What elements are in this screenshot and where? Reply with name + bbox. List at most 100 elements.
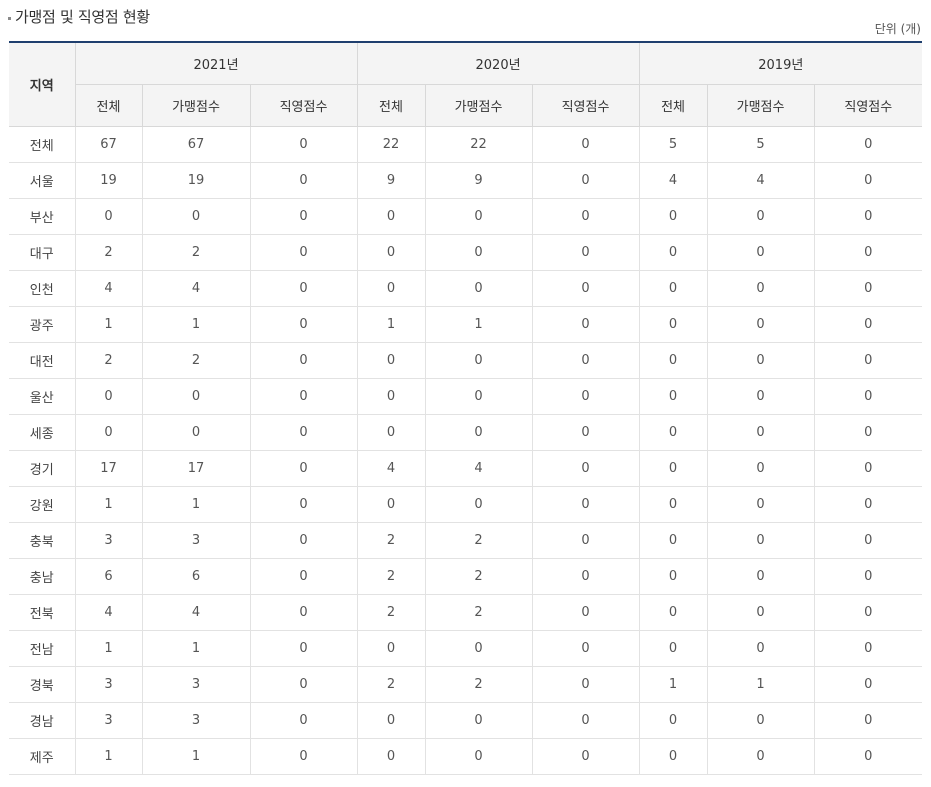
value-cell: 0 — [813, 486, 923, 523]
value-cell: 0 — [531, 378, 640, 415]
value-cell: 2 — [356, 666, 426, 703]
subcol-total: 전체 — [638, 84, 708, 127]
value-cell: 0 — [638, 450, 708, 487]
value-cell: 0 — [638, 522, 708, 559]
value-cell: 22 — [356, 126, 426, 163]
value-cell: 0 — [249, 234, 358, 271]
value-cell: 0 — [249, 306, 358, 343]
value-cell: 1 — [424, 306, 533, 343]
value-cell: 0 — [356, 234, 426, 271]
table-row: 세종 0 0 0 0 0 0 0 0 0 — [9, 414, 923, 451]
table-row: 전북 4 4 0 2 2 0 0 0 0 — [9, 594, 923, 631]
value-cell: 0 — [813, 738, 923, 775]
region-header: 지역 — [9, 41, 75, 127]
value-cell: 0 — [141, 414, 250, 451]
value-cell: 0 — [813, 594, 923, 631]
region-cell: 전북 — [9, 594, 75, 631]
subcol-direct: 직영점수 — [813, 84, 923, 127]
value-cell: 0 — [706, 234, 815, 271]
value-cell: 0 — [531, 486, 640, 523]
value-cell: 0 — [356, 342, 426, 379]
value-cell: 4 — [74, 270, 142, 307]
value-cell: 1 — [356, 306, 426, 343]
value-cell: 19 — [141, 162, 250, 199]
value-cell: 2 — [424, 666, 533, 703]
value-cell: 0 — [74, 378, 142, 415]
value-cell: 0 — [424, 486, 533, 523]
value-cell: 0 — [706, 306, 815, 343]
value-cell: 2 — [141, 234, 250, 271]
bullet-icon — [8, 16, 11, 20]
value-cell: 0 — [249, 558, 358, 595]
value-cell: 0 — [813, 342, 923, 379]
value-cell: 1 — [141, 486, 250, 523]
value-cell: 0 — [638, 342, 708, 379]
value-cell: 0 — [531, 306, 640, 343]
value-cell: 1 — [74, 738, 142, 775]
value-cell: 17 — [74, 450, 142, 487]
value-cell: 67 — [74, 126, 142, 163]
section-title: 가맹점 및 직영점 현황 — [8, 6, 150, 27]
value-cell: 4 — [356, 450, 426, 487]
table-row: 전남 1 1 0 0 0 0 0 0 0 — [9, 630, 923, 667]
value-cell: 0 — [531, 198, 640, 235]
table-row: 강원 1 1 0 0 0 0 0 0 0 — [9, 486, 923, 523]
value-cell: 2 — [74, 342, 142, 379]
value-cell: 0 — [813, 558, 923, 595]
region-cell: 부산 — [9, 198, 75, 235]
value-cell: 0 — [531, 450, 640, 487]
value-cell: 0 — [813, 270, 923, 307]
value-cell: 0 — [249, 702, 358, 739]
value-cell: 5 — [638, 126, 708, 163]
value-cell: 0 — [638, 378, 708, 415]
region-cell: 경기 — [9, 450, 75, 487]
value-cell: 2 — [424, 522, 533, 559]
table-row: 경기 17 17 0 4 4 0 0 0 0 — [9, 450, 923, 487]
value-cell: 0 — [813, 378, 923, 415]
value-cell: 22 — [424, 126, 533, 163]
value-cell: 0 — [813, 198, 923, 235]
value-cell: 0 — [356, 486, 426, 523]
value-cell: 4 — [706, 162, 815, 199]
value-cell: 0 — [249, 522, 358, 559]
value-cell: 0 — [706, 702, 815, 739]
value-cell: 0 — [706, 738, 815, 775]
value-cell: 0 — [706, 486, 815, 523]
value-cell: 0 — [531, 126, 640, 163]
value-cell: 6 — [74, 558, 142, 595]
table-row: 울산 0 0 0 0 0 0 0 0 0 — [9, 378, 923, 415]
value-cell: 0 — [356, 198, 426, 235]
value-cell: 0 — [531, 414, 640, 451]
region-cell: 경남 — [9, 702, 75, 739]
value-cell: 3 — [141, 666, 250, 703]
subcol-franchise: 가맹점수 — [141, 84, 250, 127]
value-cell: 0 — [638, 738, 708, 775]
table-row: 대전 2 2 0 0 0 0 0 0 0 — [9, 342, 923, 379]
value-cell: 2 — [74, 234, 142, 271]
value-cell: 3 — [141, 702, 250, 739]
value-cell: 0 — [424, 270, 533, 307]
region-cell: 전남 — [9, 630, 75, 667]
value-cell: 0 — [424, 738, 533, 775]
value-cell: 4 — [638, 162, 708, 199]
value-cell: 0 — [531, 522, 640, 559]
region-cell: 서울 — [9, 162, 75, 199]
region-cell: 전체 — [9, 126, 75, 163]
subcol-direct: 직영점수 — [249, 84, 358, 127]
value-cell: 0 — [424, 234, 533, 271]
value-cell: 0 — [813, 306, 923, 343]
value-cell: 0 — [638, 486, 708, 523]
value-cell: 0 — [249, 162, 358, 199]
value-cell: 0 — [638, 198, 708, 235]
table-row: 경남 3 3 0 0 0 0 0 0 0 — [9, 702, 923, 739]
value-cell: 0 — [706, 270, 815, 307]
table-row: 전체 67 67 0 22 22 0 5 5 0 — [9, 126, 923, 163]
table-row: 광주 1 1 0 1 1 0 0 0 0 — [9, 306, 923, 343]
value-cell: 67 — [141, 126, 250, 163]
value-cell: 2 — [356, 558, 426, 595]
value-cell: 0 — [141, 198, 250, 235]
value-cell: 0 — [813, 126, 923, 163]
page: 가맹점 및 직영점 현황 단위 (개) 지역 2021년 2020년 2019년… — [0, 0, 931, 787]
value-cell: 5 — [706, 126, 815, 163]
value-cell: 0 — [638, 630, 708, 667]
